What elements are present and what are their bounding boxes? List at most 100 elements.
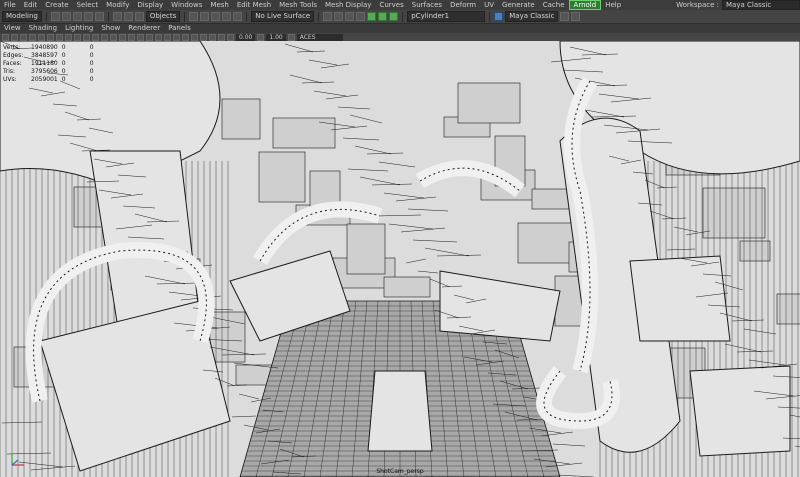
toggle-channel-box-icon[interactable]: [571, 12, 581, 21]
ambient-occlusion-icon[interactable]: [164, 33, 171, 41]
toggle-panel-icon[interactable]: [560, 12, 570, 21]
bookmark-icon[interactable]: [29, 33, 36, 41]
workspace-dropdown[interactable]: Maya Classic: [722, 0, 800, 10]
gamma-field[interactable]: 1.00: [266, 33, 286, 41]
snap-grid-icon[interactable]: [189, 12, 199, 21]
divider: [402, 11, 404, 22]
mesh-edge: [347, 168, 389, 172]
smooth-shade-icon[interactable]: [119, 33, 126, 41]
menu-uv[interactable]: UV: [480, 0, 498, 10]
undo-icon[interactable]: [83, 12, 93, 21]
status-line: Modeling Objects No Live Surface pCylind…: [0, 10, 800, 24]
arnold-ipr-icon[interactable]: [389, 12, 399, 21]
menu-arnold[interactable]: Arnold: [568, 0, 602, 10]
use-all-lights-icon[interactable]: [146, 33, 153, 41]
menu-mesh-tools[interactable]: Mesh Tools: [275, 0, 321, 10]
panel-menu-view[interactable]: View: [0, 24, 25, 33]
menu-file[interactable]: File: [0, 0, 20, 10]
isolate-select-icon[interactable]: [200, 33, 207, 41]
hud-cell: Edges:: [3, 52, 24, 59]
wireframe-icon[interactable]: [110, 33, 117, 41]
new-scene-icon[interactable]: [50, 12, 60, 21]
arnold-render-icon[interactable]: [378, 12, 388, 21]
menu-help[interactable]: Help: [601, 0, 625, 10]
hud-cell: 3848597: [31, 52, 58, 59]
motion-blur-icon[interactable]: [173, 33, 180, 41]
anti-aliasing-icon[interactable]: [182, 33, 189, 41]
panel-menu-shading[interactable]: Shading: [25, 24, 61, 33]
xray-joints-icon[interactable]: [218, 33, 225, 41]
rack-panel: [346, 223, 386, 275]
panel-menu-show[interactable]: Show: [97, 24, 124, 33]
save-scene-icon[interactable]: [72, 12, 82, 21]
panel-menu-panels[interactable]: Panels: [164, 24, 195, 33]
render-frame-icon[interactable]: [334, 12, 344, 21]
menu-modify[interactable]: Modify: [102, 0, 133, 10]
camera-attributes-icon[interactable]: [20, 33, 27, 41]
menu-create[interactable]: Create: [41, 0, 72, 10]
rack-panel: [776, 293, 800, 325]
maya-tab-icon[interactable]: [494, 12, 504, 21]
select-camera-icon[interactable]: [2, 33, 9, 41]
shadows-icon[interactable]: [155, 33, 162, 41]
menu-windows[interactable]: Windows: [167, 0, 206, 10]
snap-curve-icon[interactable]: [200, 12, 210, 21]
safe-action-icon[interactable]: [92, 33, 99, 41]
exposure-field[interactable]: 0.00: [236, 33, 256, 41]
menu-select[interactable]: Select: [73, 0, 103, 10]
menu-edit[interactable]: Edit: [20, 0, 42, 10]
redo-icon[interactable]: [94, 12, 104, 21]
menu-set-dropdown[interactable]: Modeling: [2, 11, 42, 22]
select-component-icon[interactable]: [134, 12, 144, 21]
mesh-edge: [349, 114, 383, 124]
snap-view-icon[interactable]: [222, 12, 232, 21]
gamma-icon[interactable]: [257, 33, 265, 41]
hud-cell: 1911180: [31, 60, 58, 67]
mesh-edge: [743, 328, 777, 335]
depth-of-field-icon[interactable]: [191, 33, 198, 41]
grid-icon[interactable]: [47, 33, 54, 41]
panel-menu-lighting[interactable]: Lighting: [61, 24, 97, 33]
objects-dropdown[interactable]: Objects: [145, 11, 181, 22]
menu-cache[interactable]: Cache: [539, 0, 569, 10]
xray-components-icon[interactable]: [227, 33, 234, 41]
select-hierarchy-icon[interactable]: [112, 12, 122, 21]
lock-camera-icon[interactable]: [11, 33, 18, 41]
menu-generate[interactable]: Generate: [498, 0, 539, 10]
hud-cell: 0: [89, 44, 94, 51]
snap-surface-icon[interactable]: [233, 12, 243, 21]
render-settings-icon[interactable]: [356, 12, 366, 21]
field-chart-icon[interactable]: [83, 33, 90, 41]
menu-mesh[interactable]: Mesh: [206, 0, 232, 10]
persp-viewport[interactable]: Verts: 1940890 0 0 Edges: 3848597 0 0 Faces: 1911…: [0, 41, 800, 477]
xray-icon[interactable]: [209, 33, 216, 41]
object-name-field[interactable]: pCylinder1: [407, 11, 486, 22]
wireframe-on-shaded-icon[interactable]: [128, 33, 135, 41]
maya-classic-tab[interactable]: Maya Classic: [505, 11, 559, 22]
resolution-gate-icon[interactable]: [65, 33, 72, 41]
menu-deform[interactable]: Deform: [446, 0, 480, 10]
menu-edit-mesh[interactable]: Edit Mesh: [233, 0, 275, 10]
snap-point-icon[interactable]: [211, 12, 221, 21]
menu-curves[interactable]: Curves: [375, 0, 407, 10]
menu-display[interactable]: Display: [133, 0, 167, 10]
live-surface-field[interactable]: No Live Surface: [251, 11, 315, 22]
ipr-render-icon[interactable]: [345, 12, 355, 21]
menu-surfaces[interactable]: Surfaces: [408, 0, 446, 10]
film-gate-icon[interactable]: [56, 33, 63, 41]
image-plane-icon[interactable]: [38, 33, 45, 41]
mesh-edge: [342, 137, 380, 141]
view-transform-dropdown[interactable]: ACES: [296, 33, 343, 41]
menu-mesh-display[interactable]: Mesh Display: [321, 0, 375, 10]
select-object-icon[interactable]: [123, 12, 133, 21]
gate-mask-icon[interactable]: [74, 33, 81, 41]
mesh-edge: [337, 106, 371, 110]
safe-title-icon[interactable]: [101, 33, 108, 41]
divider: [318, 11, 320, 22]
hypershade-icon[interactable]: [367, 12, 377, 21]
color-management-icon[interactable]: [287, 33, 295, 41]
textured-icon[interactable]: [137, 33, 144, 41]
history-icon[interactable]: [323, 12, 333, 21]
panel-menu-renderer[interactable]: Renderer: [124, 24, 164, 33]
open-scene-icon[interactable]: [61, 12, 71, 21]
